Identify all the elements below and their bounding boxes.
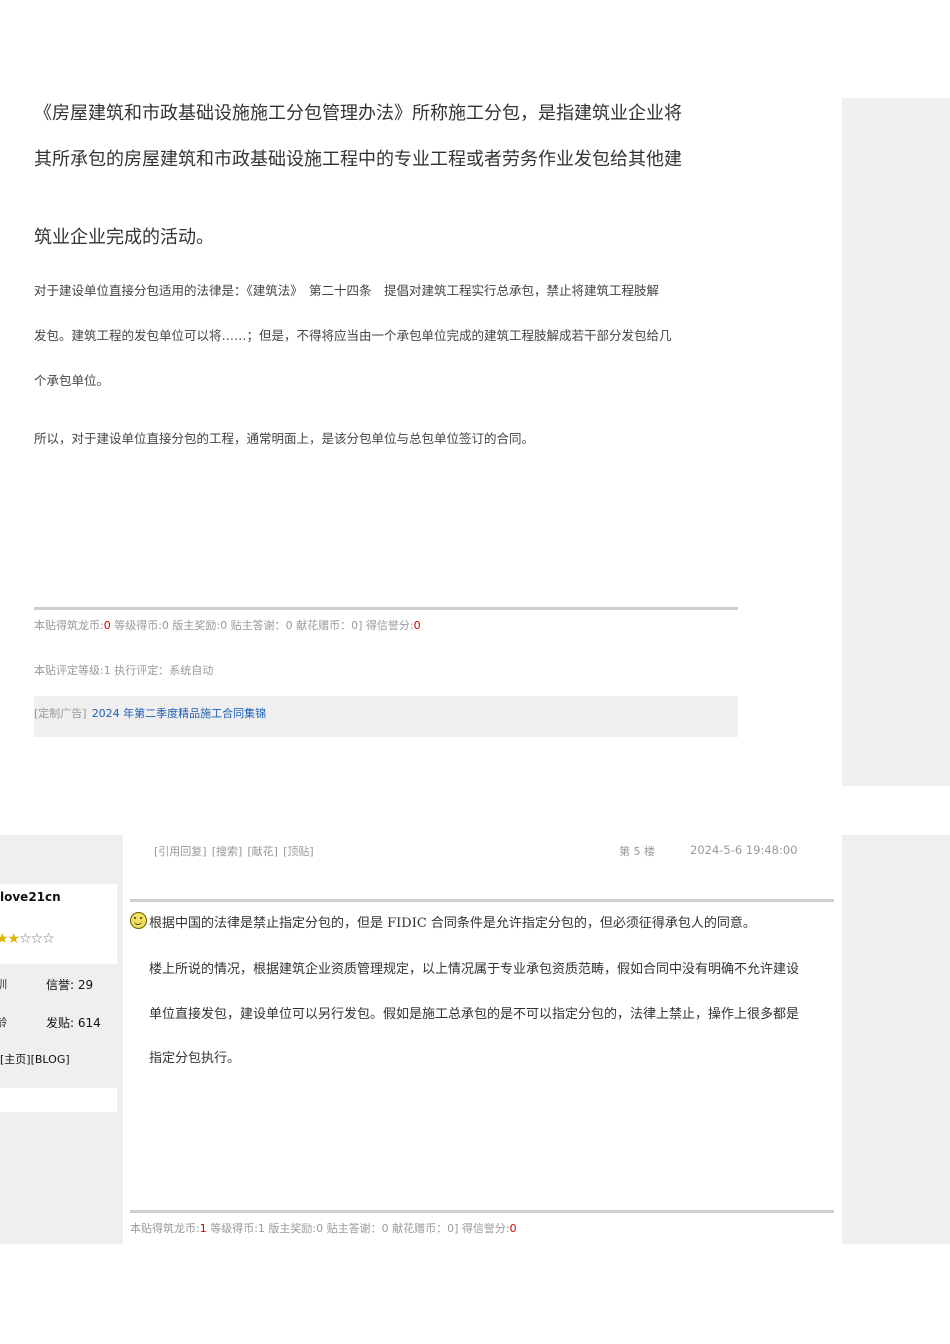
ad-tag: [定制广告] bbox=[34, 707, 87, 720]
right-sidebar-bottom bbox=[842, 835, 950, 1244]
star-empty-icon: ☆☆☆ bbox=[19, 931, 55, 947]
lead-line-2: 其所承包的房屋建筑和市政基础设施工程中的专业工程或者劳务作业发包给其他建 bbox=[34, 149, 682, 170]
post1-divider bbox=[34, 607, 738, 610]
stats-rest: 等级得币:1 版主奖励:0 贴主答谢：0 献花赠币：0] 得信誉分: bbox=[206, 1222, 510, 1235]
coin-value: 1 bbox=[199, 1222, 207, 1235]
conclusion-line: 所以，对于建设单位直接分包的工程，通常明面上，是该分包单位与总包单位签订的合同。 bbox=[34, 431, 535, 446]
ad-link[interactable]: 2024 年第二季度精品施工合同集锦 bbox=[92, 707, 267, 720]
user-stars: ★★☆☆☆ bbox=[0, 928, 55, 947]
user-field-2: 龄 bbox=[0, 1016, 7, 1029]
star-filled-icon: ★★ bbox=[0, 931, 20, 947]
username[interactable]: love21cn bbox=[0, 890, 61, 904]
user-links[interactable]: [主页][BLOG] bbox=[0, 1051, 70, 1067]
body-line-2: 发包。建筑工程的发包单位可以将……；但是，不得将应当由一个承包单位完成的建筑工程… bbox=[34, 328, 672, 343]
post1-rating: 本贴评定等级:1 执行评定：系统自动 bbox=[34, 664, 214, 677]
flower-link[interactable]: [献花] bbox=[247, 845, 278, 858]
right-sidebar-top bbox=[842, 98, 950, 786]
post2-first-line: 根据中国的法律是禁止指定分包的，但是 FIDIC 合同条件是允许指定分包的，但必… bbox=[130, 912, 756, 931]
coin-label: 本贴得筑龙币: bbox=[34, 619, 104, 632]
post2-top-divider bbox=[130, 899, 834, 902]
credit-value: 29 bbox=[77, 978, 94, 992]
credit-value: 0 bbox=[509, 1222, 517, 1235]
post2-line-3: 指定分包执行。 bbox=[149, 1051, 241, 1066]
posts-label: 发贴: bbox=[46, 1016, 78, 1030]
post2-line-1: 楼上所说的情况，根据建筑企业资质管理规定，以上情况属于专业承包资质范畴，假如合同… bbox=[149, 962, 800, 977]
post2-stats: 本贴得筑龙币:1 等级得币:1 版主奖励:0 贴主答谢：0 献花赠币：0] 得信… bbox=[130, 1220, 517, 1236]
credit-value: 0 bbox=[413, 619, 421, 632]
coin-label: 本贴得筑龙币: bbox=[130, 1222, 200, 1235]
quote-reply-link[interactable]: [引用回复] bbox=[154, 845, 207, 858]
coin-value: 0 bbox=[103, 619, 111, 632]
ad-box: [定制广告] 2024 年第二季度精品施工合同集锦 bbox=[34, 696, 738, 737]
post2-line-2: 单位直接发包，建设单位可以另行发包。假如是施工总承包的是不可以指定分包的，法律上… bbox=[149, 1007, 800, 1022]
post-datetime: 2024-5-6 19:48:00 bbox=[690, 843, 798, 857]
top-post-link[interactable]: [顶贴] bbox=[283, 845, 314, 858]
first-line-text: 根据中国的法律是禁止指定分包的，但是 FIDIC 合同条件是允许指定分包的，但必… bbox=[149, 916, 756, 931]
user-info-card bbox=[0, 884, 117, 1112]
credit-label: 信誉: bbox=[46, 978, 78, 992]
post2-bottom-divider bbox=[130, 1210, 834, 1213]
smiley-icon bbox=[130, 912, 147, 929]
posts-value: 614 bbox=[77, 1016, 101, 1030]
lead-line-3: 筑业企业完成的活动。 bbox=[34, 227, 214, 248]
floor-number: 第 5 楼 bbox=[619, 845, 655, 858]
stats-rest: 等级得币:0 版主奖励:0 贴主答谢：0 献花赠币：0] 得信誉分: bbox=[110, 619, 414, 632]
body-line-3: 个承包单位。 bbox=[34, 373, 110, 388]
user-posts: 发贴: 614 bbox=[46, 1014, 101, 1031]
post2-toolbar: [引用回复] [搜索] [献花] [顶贴] bbox=[154, 840, 314, 859]
search-link[interactable]: [搜索] bbox=[212, 845, 243, 858]
user-credit: 信誉: 29 bbox=[46, 976, 93, 993]
body-line-1: 对于建设单位直接分包适用的法律是：《建筑法》 第二十四条 提倡对建筑工程实行总承… bbox=[34, 283, 660, 298]
lead-line-1: 《房屋建筑和市政基础设施施工分包管理办法》所称施工分包，是指建筑业企业将 bbox=[34, 103, 682, 124]
post1-stats: 本贴得筑龙币:0 等级得币:0 版主奖励:0 贴主答谢：0 献花赠币：0] 得信… bbox=[34, 617, 421, 633]
user-field-1: 训 bbox=[0, 978, 7, 991]
